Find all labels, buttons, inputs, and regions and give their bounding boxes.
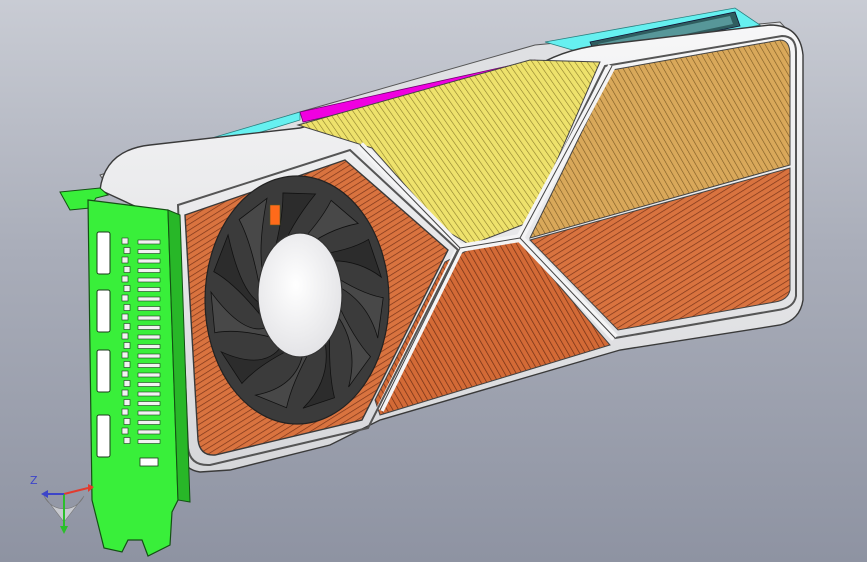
triad-y-arrow (60, 526, 68, 534)
bracket-vent (137, 315, 161, 321)
bracket-vent (137, 429, 161, 435)
bracket-vent (137, 344, 161, 349)
bracket-vent (121, 427, 129, 435)
display-port (96, 349, 111, 393)
bracket-vent (137, 363, 161, 368)
bracket-vent (123, 380, 131, 387)
graphics-viewport[interactable]: Z (0, 0, 867, 562)
bracket-vent (137, 287, 161, 292)
bracket-vent (137, 439, 161, 444)
bracket-vent (137, 249, 161, 254)
fan-hub (257, 232, 343, 358)
bracket-vent (123, 342, 131, 349)
bracket-vent (137, 334, 161, 340)
bracket-vent (137, 258, 161, 264)
bracket-vent (121, 332, 129, 340)
bracket-vent (121, 275, 129, 283)
display-port (96, 289, 111, 333)
bracket-vent (137, 382, 161, 387)
bracket-vent (123, 285, 131, 292)
display-port (96, 414, 111, 458)
gpu-model-render[interactable] (0, 0, 867, 562)
triad-x-axis (63, 487, 89, 495)
bracket-vent (121, 294, 129, 302)
fan-orange-tab (269, 204, 281, 226)
bracket-vent (123, 399, 131, 406)
bracket-vent (137, 391, 161, 397)
usb-c-port (139, 457, 159, 467)
bracket-vent (123, 323, 131, 330)
fan[interactable] (204, 175, 390, 425)
bracket-vent (121, 370, 129, 378)
bracket-vent (137, 239, 161, 245)
bracket-vent (121, 237, 129, 245)
bracket-vent (123, 266, 131, 273)
bracket-vent (121, 389, 129, 397)
bracket-vent (137, 410, 161, 416)
display-port (96, 231, 111, 275)
bracket-vent (121, 351, 129, 359)
triad-z-label: Z (30, 474, 38, 487)
bracket-vent (137, 325, 161, 330)
bracket-vent (137, 372, 161, 378)
bracket-vent (137, 277, 161, 283)
bracket-vent (137, 401, 161, 406)
bracket-vent (121, 408, 129, 416)
bracket-vent (123, 304, 131, 311)
bracket-vent (123, 361, 131, 368)
bracket-vent (137, 306, 161, 311)
bracket-vent (123, 418, 131, 425)
bracket-vent (123, 247, 131, 254)
bracket-vent (137, 420, 161, 425)
bracket-vent (137, 353, 161, 359)
bracket-vent (123, 437, 131, 444)
bracket-vent (137, 268, 161, 273)
bracket-vent (121, 313, 129, 321)
bracket-vent (121, 256, 129, 264)
triad-x-arrow (88, 484, 94, 492)
bracket-vent (137, 296, 161, 302)
view-orientation-triad[interactable] (26, 470, 106, 550)
